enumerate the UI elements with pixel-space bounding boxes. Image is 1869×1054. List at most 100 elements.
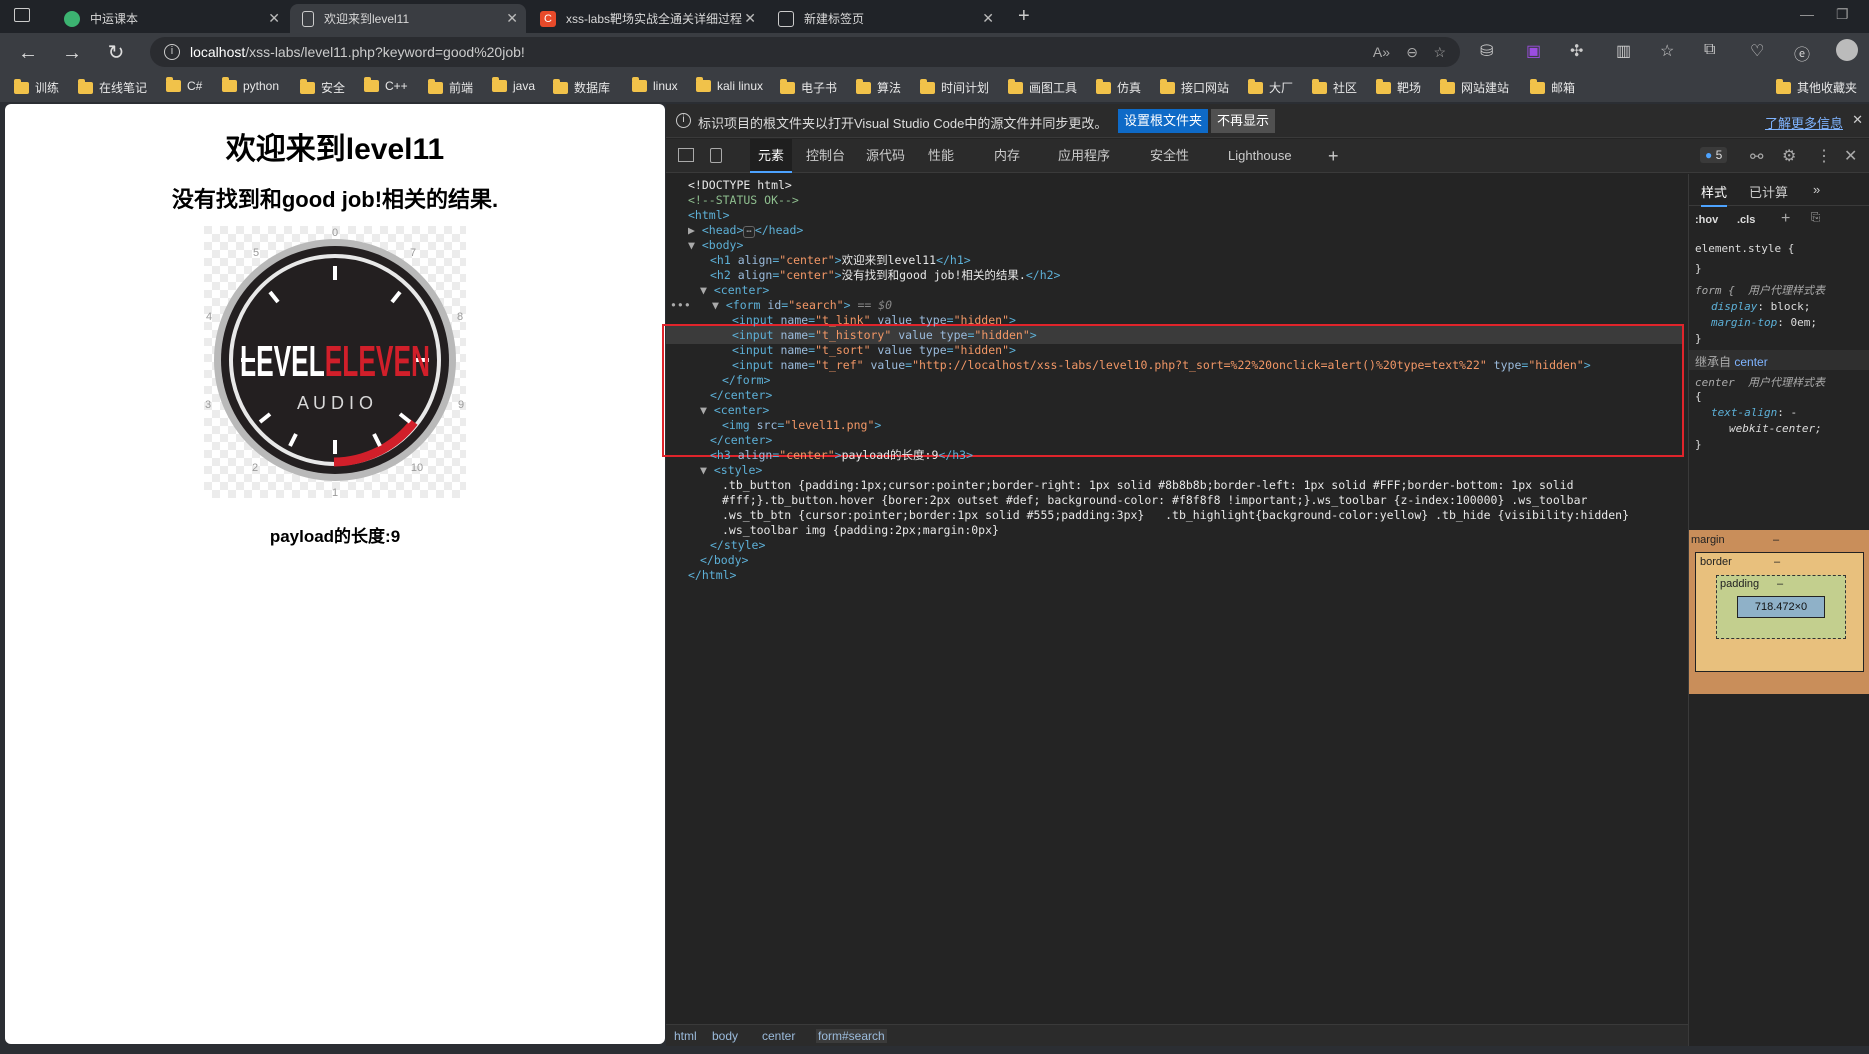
tab-lighthouse[interactable]: Lighthouse: [1228, 139, 1292, 173]
edge-icon[interactable]: ⓔ: [1794, 41, 1810, 65]
new-tab-button[interactable]: +: [1018, 5, 1030, 28]
expanded-arrow-icon[interactable]: ▼: [688, 238, 702, 252]
hov-toggle[interactable]: :hov: [1695, 214, 1718, 226]
bookmark-folder[interactable]: 训练: [14, 78, 59, 96]
bookmark-folder[interactable]: 安全: [300, 78, 345, 96]
bookmark-folder[interactable]: 社区: [1312, 78, 1357, 96]
favorite-icon[interactable]: ☆: [1433, 37, 1446, 67]
box-content-size[interactable]: 718.472×0: [1737, 596, 1825, 618]
breadcrumb-body[interactable]: body: [712, 1029, 738, 1043]
tab-memory[interactable]: 内存: [994, 139, 1020, 173]
tab-3[interactable]: C xss-labs靶场实战全通关详细过程 ✕: [528, 4, 764, 33]
more-tabs-icon[interactable]: +: [1328, 139, 1339, 173]
tab-1[interactable]: 中运课本 ✕: [52, 4, 288, 33]
network-conditions-icon[interactable]: ⚯: [1750, 147, 1763, 167]
tab-sources[interactable]: 源代码: [866, 139, 905, 173]
read-aloud-icon[interactable]: A»: [1373, 37, 1390, 67]
tab-application[interactable]: 应用程序: [1058, 139, 1110, 173]
restore-button[interactable]: ❐: [1836, 6, 1849, 23]
dont-show-again-button[interactable]: 不再显示: [1211, 109, 1276, 133]
cls-toggle[interactable]: .cls: [1737, 214, 1755, 226]
bookmark-folder[interactable]: 邮箱: [1530, 78, 1575, 96]
bookmark-folder[interactable]: 电子书: [780, 78, 837, 96]
close-icon[interactable]: ✕: [268, 10, 280, 27]
toggle-element-state-icon[interactable]: ⎘: [1811, 212, 1820, 225]
bookmark-folder[interactable]: C#: [166, 77, 202, 93]
dom-tree[interactable]: <!DOCTYPE html> <!--STATUS OK--> <html> …: [662, 174, 1688, 1024]
expanded-arrow-icon[interactable]: ▼: [700, 283, 714, 297]
issues-badge[interactable]: ● 5: [1700, 147, 1728, 163]
collections-icon[interactable]: ⧉: [1704, 41, 1715, 59]
tab-security[interactable]: 安全性: [1150, 139, 1189, 173]
bookmark-folder[interactable]: 画图工具: [1008, 78, 1077, 96]
bookmark-folder[interactable]: 算法: [856, 78, 901, 96]
expanded-arrow-icon[interactable]: ▼: [700, 403, 714, 417]
more-icon[interactable]: »: [1813, 182, 1820, 197]
close-icon[interactable]: ✕: [982, 10, 994, 27]
minimize-button[interactable]: —: [1800, 6, 1814, 22]
extensions-icon[interactable]: ✣: [1570, 41, 1583, 61]
tab-actions-button[interactable]: [14, 8, 30, 22]
bookmark-folder[interactable]: 接口网站: [1160, 78, 1229, 96]
breadcrumb-form-search[interactable]: form#search: [816, 1029, 887, 1043]
dom-input-t-ref[interactable]: <input name="t_ref" value="http://localh…: [732, 356, 1591, 374]
performance-icon[interactable]: ♡: [1750, 41, 1764, 61]
bookmark-folder[interactable]: 前端: [428, 78, 473, 96]
extension-purple-icon[interactable]: ▣: [1526, 41, 1541, 61]
tab-styles[interactable]: 样式: [1701, 182, 1728, 207]
center-rule[interactable]: center 用户代理样式表: [1695, 374, 1825, 390]
bookmark-folder[interactable]: 时间计划: [920, 78, 989, 96]
forward-button[interactable]: →: [60, 41, 84, 65]
bookmark-folder[interactable]: kali linux: [696, 77, 763, 93]
bookmark-folder[interactable]: 网站建站: [1440, 78, 1509, 96]
info-icon[interactable]: i: [164, 44, 180, 60]
tab-performance[interactable]: 性能: [928, 139, 954, 173]
zoom-icon[interactable]: ⊖: [1406, 37, 1418, 67]
text-align-decl[interactable]: text-align: -: [1711, 406, 1797, 419]
reload-button[interactable]: ↻: [104, 41, 128, 65]
bookmark-folder[interactable]: C++: [364, 77, 408, 93]
close-icon[interactable]: ✕: [506, 10, 518, 27]
form-rule[interactable]: form { 用户代理样式表: [1695, 282, 1825, 298]
inspect-element-icon[interactable]: [678, 148, 694, 162]
device-toolbar-icon[interactable]: [710, 148, 722, 163]
expanded-arrow-icon[interactable]: ▼: [712, 298, 726, 312]
address-input[interactable]: i localhost/xss-labs/level11.php?keyword…: [150, 37, 1460, 67]
dom-html-close[interactable]: </html>: [688, 566, 736, 584]
learn-more-link[interactable]: 了解更多信息: [1765, 113, 1843, 132]
set-root-folder-button[interactable]: 设置根文件夹: [1118, 109, 1209, 133]
bookmark-folder[interactable]: 靶场: [1376, 78, 1421, 96]
tab-elements[interactable]: 元素: [750, 139, 793, 173]
tab-2[interactable]: 欢迎来到level11 ✕: [290, 4, 526, 33]
tab-console[interactable]: 控制台: [806, 139, 845, 173]
tab-4[interactable]: 新建标签页 ✕: [766, 4, 1002, 33]
close-devtools-icon[interactable]: ✕: [1844, 146, 1857, 166]
collapsed-arrow-icon[interactable]: ▶: [688, 223, 702, 237]
bookmark-folder[interactable]: python: [222, 77, 279, 93]
back-button[interactable]: ←: [16, 41, 40, 65]
bookmark-folder[interactable]: 大厂: [1248, 78, 1293, 96]
margin-top-decl[interactable]: margin-top: 0em;: [1711, 316, 1817, 329]
inherited-link[interactable]: center: [1734, 355, 1767, 369]
element-style-rule[interactable]: element.style {: [1695, 242, 1794, 255]
favorites-icon[interactable]: ☆: [1660, 41, 1674, 61]
more-options-icon[interactable]: ⋮: [1816, 146, 1832, 166]
breadcrumb-center[interactable]: center: [762, 1029, 795, 1043]
close-icon[interactable]: ✕: [1852, 112, 1863, 128]
bookmark-folder[interactable]: linux: [632, 77, 678, 93]
extension-icon[interactable]: ⛁: [1480, 41, 1493, 61]
other-bookmarks[interactable]: 其他收藏夹: [1776, 78, 1857, 96]
close-icon[interactable]: ✕: [744, 10, 756, 27]
bookmark-folder[interactable]: 数据库: [553, 78, 610, 96]
bookmark-folder[interactable]: 在线笔记: [78, 78, 147, 96]
dom-ellipsis[interactable]: •••: [670, 296, 691, 314]
display-decl[interactable]: display: block;: [1711, 300, 1810, 313]
bookmark-folder[interactable]: 仿真: [1096, 78, 1141, 96]
tab-computed[interactable]: 已计算: [1749, 182, 1788, 201]
expanded-arrow-icon[interactable]: ▼: [700, 463, 714, 477]
avatar[interactable]: [1836, 39, 1858, 61]
settings-icon[interactable]: ⚙: [1782, 146, 1796, 166]
breadcrumb-html[interactable]: html: [674, 1029, 697, 1043]
add-rule-icon[interactable]: +: [1781, 210, 1790, 228]
split-screen-icon[interactable]: ▥: [1616, 41, 1631, 61]
